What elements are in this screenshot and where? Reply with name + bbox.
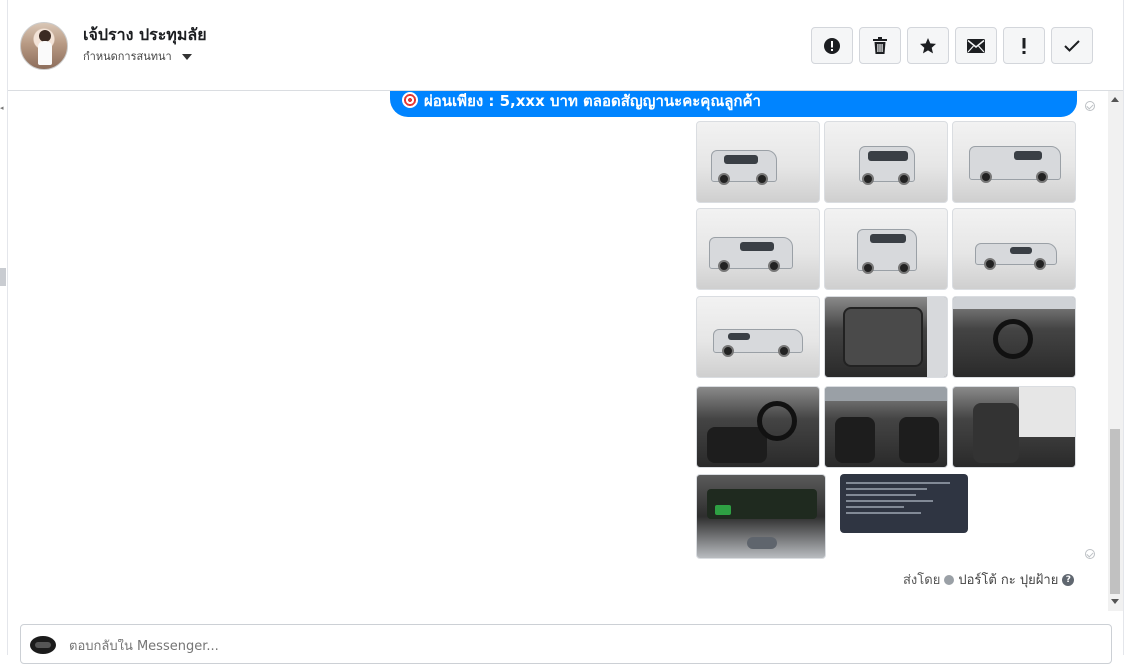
sender-name[interactable]: ปอร์โต้ กะ ปุยฝ้าย	[958, 569, 1058, 590]
inbox-app: ◂ เจ้ปราง ประทุมลัย กำหนดการสนทนา ผ่อนเพ…	[0, 0, 1138, 664]
sent-by-label: ส่งโดย	[903, 573, 941, 588]
check-icon	[1064, 39, 1080, 52]
photo-truck-front-three-quarter[interactable]	[696, 121, 820, 203]
mark-spam-button[interactable]	[811, 27, 853, 64]
delete-button[interactable]	[859, 27, 901, 64]
photo-dashboard-interior[interactable]	[952, 296, 1076, 378]
photo-truck-front-side[interactable]	[696, 208, 820, 290]
assign-conversation-dropdown[interactable]: กำหนดการสนทนา	[83, 47, 192, 65]
reply-composer	[20, 624, 1112, 664]
photo-door-interior[interactable]	[824, 296, 948, 378]
panel-resize-handle[interactable]	[0, 268, 6, 286]
photo-vehicle-document[interactable]	[840, 474, 968, 533]
photo-truck-front[interactable]	[824, 121, 948, 203]
assign-label: กำหนดการสนทนา	[83, 50, 172, 63]
trash-icon	[873, 36, 887, 54]
photo-rear-seats-interior[interactable]	[952, 386, 1076, 468]
photo-truck-rear-three-quarter[interactable]	[952, 121, 1076, 203]
message-bubble[interactable]: ผ่อนเพียง : 5,xxx บาท ตลอดสัญญานะคะคุณลู…	[390, 91, 1077, 117]
page-avatar	[30, 636, 56, 654]
photo-front-seats-interior[interactable]	[824, 386, 948, 468]
spam-icon	[824, 37, 840, 54]
seen-check-icon	[1085, 101, 1095, 111]
scroll-up-arrow-icon[interactable]	[1111, 97, 1119, 102]
follow-up-button[interactable]	[1003, 27, 1045, 64]
exclamation-icon	[1022, 37, 1026, 54]
conversation-header: เจ้ปราง ประทุมลัย กำหนดการสนทนา	[8, 0, 1123, 91]
scroll-down-arrow-icon[interactable]	[1111, 599, 1119, 604]
avatar[interactable]	[20, 22, 68, 70]
photo-truck-side-studio[interactable]	[952, 208, 1076, 290]
conversation-toolbar	[811, 27, 1093, 64]
collapse-arrow-icon[interactable]: ◂	[0, 104, 6, 112]
mark-unread-button[interactable]	[955, 27, 997, 64]
photo-gear-shifter-interior[interactable]	[696, 386, 820, 468]
thread-scrollbar[interactable]	[1108, 91, 1123, 611]
scrollbar-thumb[interactable]	[1110, 429, 1120, 594]
target-emoji-icon	[402, 92, 418, 108]
photo-engine-bay[interactable]	[696, 474, 826, 559]
help-icon[interactable]: ?	[1062, 573, 1075, 586]
left-panel-edge: ◂	[0, 0, 8, 655]
reply-input[interactable]	[69, 639, 1069, 654]
photo-truck-rear[interactable]	[824, 208, 948, 290]
contact-name[interactable]: เจ้ปราง ประทุมลัย	[83, 23, 207, 48]
star-button[interactable]	[907, 27, 949, 64]
message-thread[interactable]: ผ่อนเพียง : 5,xxx บาท ตลอดสัญญานะคะคุณลู…	[8, 91, 1108, 618]
chevron-down-icon	[181, 54, 192, 60]
mark-done-button[interactable]	[1051, 27, 1093, 64]
seen-check-icon	[1085, 549, 1095, 559]
mail-icon	[967, 38, 985, 53]
sent-by-line: ส่งโดย ปอร์โต้ กะ ปุยฝ้าย ?	[903, 569, 1075, 590]
message-text: ผ่อนเพียง : 5,xxx บาท ตลอดสัญญานะคะคุณลู…	[424, 92, 761, 110]
photo-truck-side[interactable]	[696, 296, 820, 378]
star-icon	[920, 37, 936, 53]
verified-icon	[944, 574, 955, 585]
right-rail	[1123, 0, 1138, 655]
